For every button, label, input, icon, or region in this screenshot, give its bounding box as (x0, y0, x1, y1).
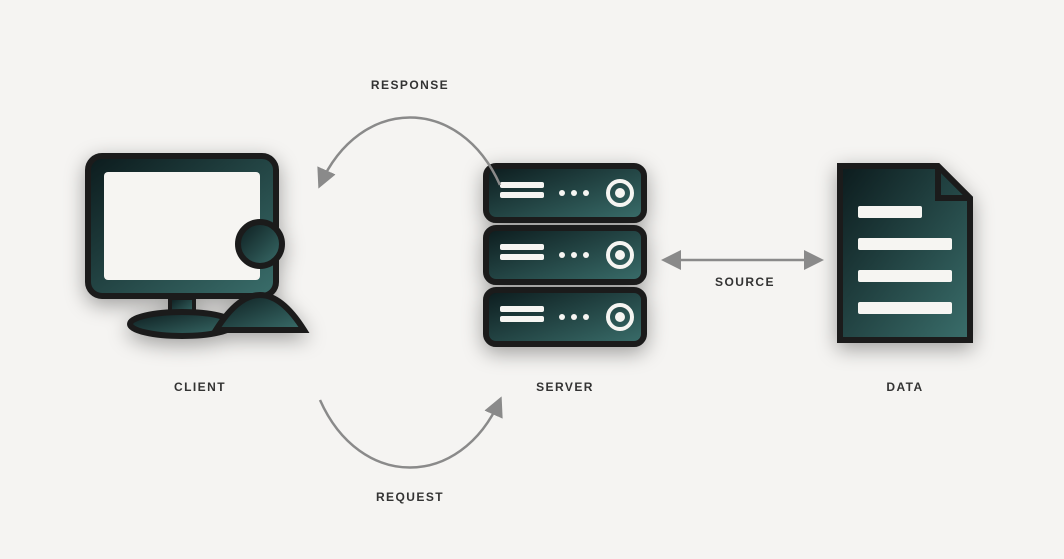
server-node (480, 160, 650, 350)
data-node (830, 160, 980, 350)
edge-response (320, 118, 500, 186)
client-node (80, 148, 320, 368)
client-label: CLIENT (150, 380, 250, 394)
request-label: REQUEST (360, 490, 460, 504)
server-label: SERVER (515, 380, 615, 394)
data-label: DATA (855, 380, 955, 394)
source-label: SOURCE (695, 275, 795, 289)
document-icon (830, 160, 980, 350)
diagram-canvas: CLIENT (0, 0, 1064, 559)
server-icon (480, 160, 650, 350)
client-icon (80, 148, 320, 368)
response-label: RESPONSE (360, 78, 460, 92)
edge-request (320, 400, 500, 468)
